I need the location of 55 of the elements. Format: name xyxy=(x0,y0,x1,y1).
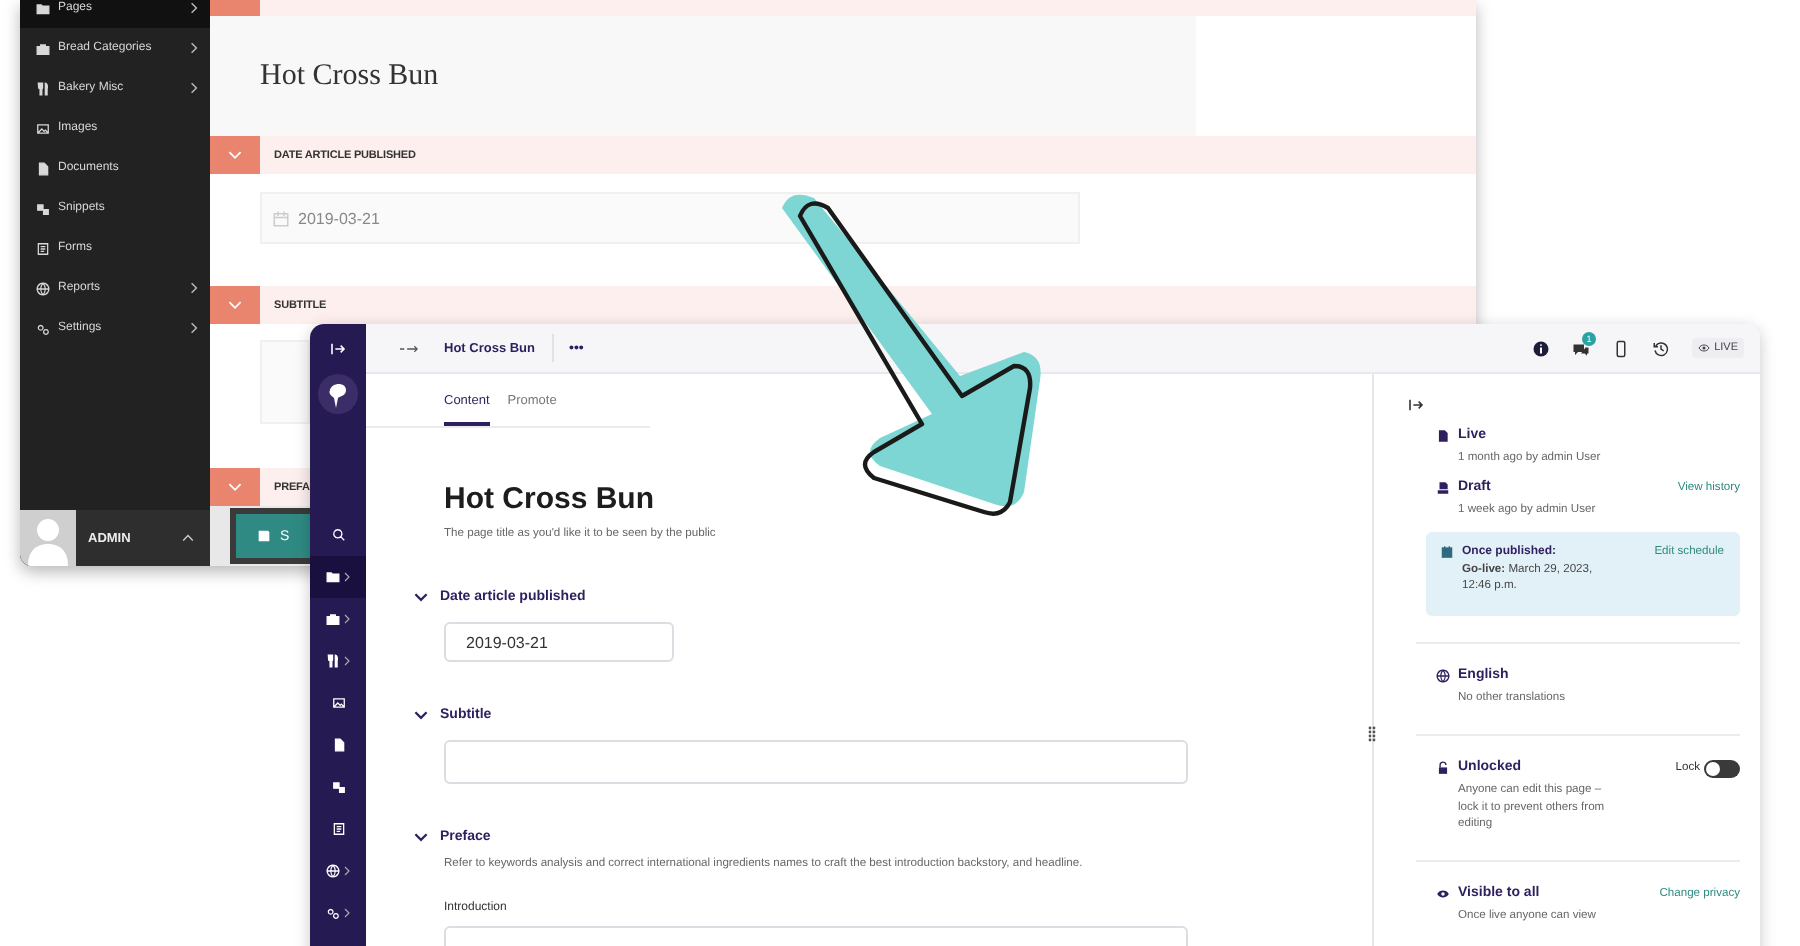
gears-icon xyxy=(326,906,340,920)
title-field[interactable]: Hot Cross Bun xyxy=(210,16,1196,136)
logo-icon[interactable] xyxy=(318,374,358,414)
chevron-down-icon[interactable] xyxy=(414,709,428,719)
documents-icon xyxy=(1436,480,1450,496)
document-icon xyxy=(331,738,345,752)
chevron-down-icon[interactable] xyxy=(414,831,428,841)
lock-toggle[interactable] xyxy=(1704,759,1740,777)
folder-icon xyxy=(36,1,50,15)
toggle-button[interactable] xyxy=(210,0,260,16)
form-icon xyxy=(331,822,345,836)
calendar-icon xyxy=(272,209,290,227)
arrow-right-icon[interactable] xyxy=(400,343,420,353)
search-icon xyxy=(331,528,345,542)
shapes-icon xyxy=(36,201,50,215)
page-heading: Hot Cross Bun xyxy=(444,482,656,518)
drag-handle-icon[interactable] xyxy=(1368,726,1376,742)
text-field[interactable] xyxy=(260,340,310,424)
save-icon xyxy=(256,528,272,544)
chevron-down-icon xyxy=(228,150,242,160)
chevron-up-icon xyxy=(182,534,194,542)
text-field[interactable] xyxy=(444,740,1188,784)
shapes-icon xyxy=(331,780,345,794)
toggle-button[interactable] xyxy=(210,286,260,324)
history-icon[interactable] xyxy=(1652,339,1671,357)
comments-icon[interactable] xyxy=(1572,339,1591,357)
document-icon xyxy=(36,161,50,175)
info-icon[interactable] xyxy=(1532,339,1551,357)
sidebar-item[interactable] xyxy=(310,556,366,598)
globe-icon xyxy=(36,281,50,295)
toggle-button[interactable] xyxy=(210,468,260,506)
briefcase-icon xyxy=(326,612,340,626)
date-field[interactable]: 2019-03-21 xyxy=(444,622,674,662)
eye-icon xyxy=(1698,344,1711,352)
calendar-icon xyxy=(1440,544,1454,560)
cutlery-icon xyxy=(36,81,50,95)
eye-icon xyxy=(1436,885,1450,901)
globe-icon xyxy=(326,864,340,878)
globe-icon xyxy=(1436,668,1450,684)
image-icon xyxy=(331,696,345,710)
document-icon xyxy=(1436,428,1450,444)
chevron-down-icon[interactable] xyxy=(414,591,428,601)
briefcase-icon xyxy=(36,41,50,55)
toggle-button[interactable] xyxy=(210,136,260,174)
form-icon xyxy=(36,241,50,255)
collapse-icon[interactable] xyxy=(1408,398,1424,412)
cutlery-icon xyxy=(326,654,340,668)
image-icon xyxy=(36,121,50,135)
unlocked-padlock-icon xyxy=(1436,760,1450,776)
mobile-icon[interactable] xyxy=(1612,339,1631,357)
chevron-down-icon xyxy=(228,300,242,310)
chevron-down-icon xyxy=(228,482,242,492)
gears-icon xyxy=(36,321,50,335)
folder-icon xyxy=(326,570,340,584)
avatar-icon xyxy=(20,510,76,566)
